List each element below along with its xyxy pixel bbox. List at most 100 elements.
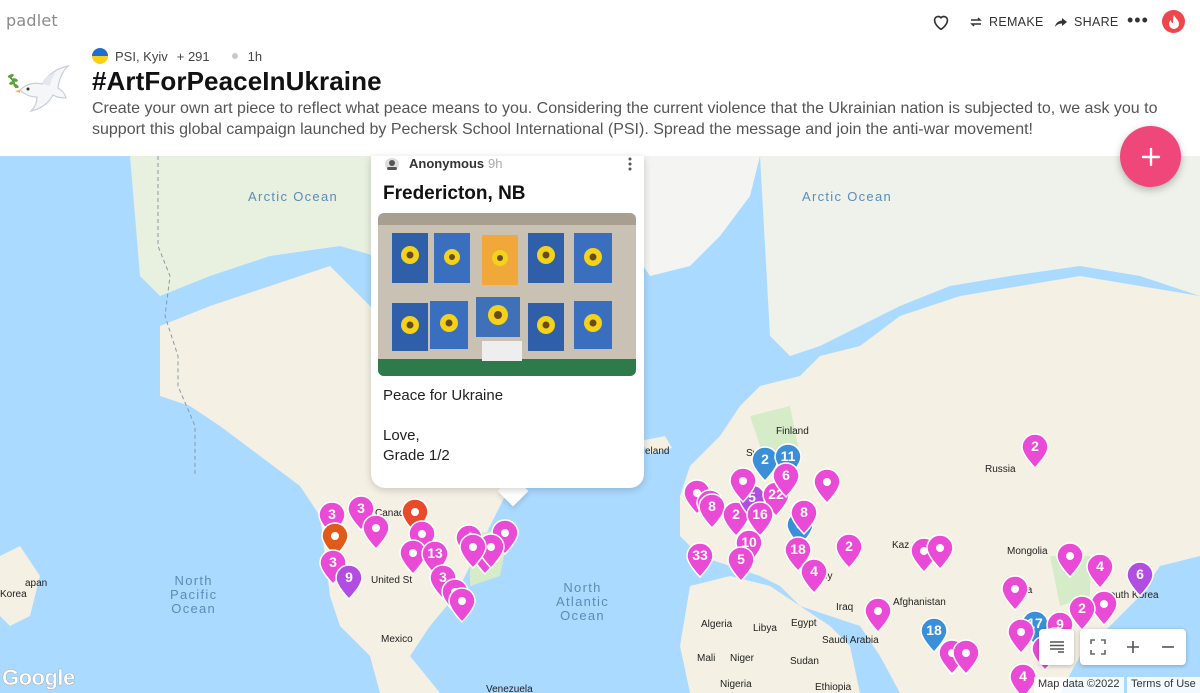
place-label: Afghanistan <box>893 597 946 608</box>
plus-count: + 291 <box>176 48 210 64</box>
post-author: Anonymous <box>409 156 485 171</box>
place-label: Ethiopia <box>815 682 852 693</box>
place-label: eland <box>645 446 670 457</box>
place-label: Russia <box>985 464 1016 475</box>
map-pin[interactable]: 4 <box>1085 553 1115 589</box>
padlet-age: 1h <box>247 48 263 64</box>
flame-icon <box>1168 14 1179 29</box>
separator-dot <box>231 53 238 59</box>
map-pin[interactable]: 8 <box>789 499 819 535</box>
map-pin[interactable] <box>925 534 955 570</box>
map-zoom-controls <box>1080 629 1186 665</box>
zoom-out-icon <box>1162 646 1174 648</box>
zoom-in-icon <box>1127 641 1139 653</box>
map-pin[interactable] <box>728 467 758 503</box>
map-pin-count: 5 <box>737 551 745 567</box>
map-pin-count: 6 <box>782 467 790 483</box>
add-post-button[interactable] <box>1120 126 1181 187</box>
place-label: Nigeria <box>720 679 752 690</box>
google-logo[interactable]: Google <box>2 665 76 691</box>
map-pin-count: 3 <box>328 506 336 522</box>
place-label: Korea <box>0 589 27 600</box>
more-options-button[interactable]: ••• <box>1127 11 1149 29</box>
map-pin[interactable]: 2 <box>834 533 864 569</box>
map-pin-count: 6 <box>1136 566 1144 582</box>
map-pin-count: 9 <box>345 569 353 585</box>
post-menu-icon[interactable] <box>627 156 633 172</box>
author-name[interactable]: PSI, Kyiv <box>115 49 168 64</box>
place-label: Venezuela <box>486 684 533 693</box>
map-pin[interactable]: 4 <box>799 558 829 594</box>
padlet-title: #ArtForPeaceInUkraine <box>92 66 382 96</box>
zoom-out-button[interactable] <box>1151 629 1186 665</box>
padlet-description: Create your own art piece to reflect wha… <box>92 100 1158 138</box>
post-card[interactable]: Anonymous 9h Fredericton, NB Peace for U… <box>371 156 644 488</box>
map-pin[interactable]: 2 <box>1067 595 1097 631</box>
padlet-logo[interactable]: padlet <box>6 11 58 30</box>
map-pin-count: 16 <box>752 506 768 522</box>
place-label: Mali <box>697 653 716 664</box>
post-time: 9h <box>488 156 503 171</box>
ocean-label: Arctic Ocean <box>802 189 893 204</box>
place-label: Saudi Arabia <box>822 635 879 646</box>
dove-icon <box>7 65 70 112</box>
map-data-attribution[interactable]: Map data ©2022 <box>1034 677 1124 693</box>
map-pin[interactable] <box>458 533 488 569</box>
map-pin-count: 13 <box>427 545 443 561</box>
share-icon <box>1055 18 1067 27</box>
map-pin[interactable]: 33 <box>685 542 715 578</box>
author-avatar[interactable] <box>92 48 108 64</box>
map-pin[interactable]: 5 <box>726 546 756 582</box>
map-list-toggle[interactable] <box>1039 629 1074 665</box>
map-pin[interactable]: 2 <box>1020 433 1050 469</box>
place-label: Finland <box>776 426 809 437</box>
map-pin[interactable] <box>1000 575 1030 611</box>
padlet-meta: PSI, Kyiv + 291 1h <box>92 47 262 65</box>
place-label: Kaz <box>892 540 910 551</box>
zoom-in-button[interactable] <box>1116 629 1151 665</box>
map-pin[interactable] <box>1055 542 1085 578</box>
map-pin-count: 4 <box>810 563 818 579</box>
map-pin[interactable]: 9 <box>334 564 364 600</box>
remake-button[interactable]: REMAKE <box>969 13 1044 31</box>
place-label: Mongolia <box>1007 546 1048 557</box>
place-label: apan <box>25 578 48 589</box>
map-pin[interactable] <box>812 468 842 504</box>
user-avatar[interactable] <box>1162 10 1185 33</box>
map-pin[interactable] <box>447 587 477 623</box>
post-body: Peace for Ukraine Love, Grade 1/2 <box>383 387 504 464</box>
place-label: Algeria <box>701 619 733 630</box>
place-label: Niger <box>730 653 754 664</box>
map-pin[interactable] <box>361 514 391 550</box>
top-bar: padlet REMAKE SHARE ••• <box>0 0 1200 42</box>
ocean-label: North Atlantic Ocean <box>556 580 610 623</box>
remake-label: REMAKE <box>989 15 1044 29</box>
map-pin[interactable]: 6 <box>1125 561 1155 597</box>
place-label: Egypt <box>791 618 817 629</box>
post-title: Fredericton, NB <box>383 183 526 204</box>
remake-icon <box>970 17 982 27</box>
map-pin-count: 2 <box>845 538 853 554</box>
place-label: Libya <box>753 623 777 634</box>
map-pin-count: 2 <box>1031 438 1039 454</box>
share-label: SHARE <box>1074 15 1119 29</box>
anonymous-avatar-icon <box>385 158 399 170</box>
heart-icon[interactable] <box>930 11 952 33</box>
map-pin[interactable] <box>951 639 981 675</box>
ocean-label: North Pacific Ocean <box>170 573 218 616</box>
map-pin-count: 8 <box>800 504 808 520</box>
map-pin-count: 33 <box>692 547 708 563</box>
place-label: United St <box>371 575 413 586</box>
map-pin[interactable]: 6 <box>771 462 801 498</box>
fullscreen-button[interactable] <box>1081 629 1116 665</box>
post-image[interactable] <box>378 213 636 376</box>
place-label: Iraq <box>836 602 854 613</box>
fullscreen-icon <box>1090 639 1106 655</box>
map-pin-count: 2 <box>1078 600 1086 616</box>
place-label: Mexico <box>381 634 413 645</box>
terms-of-use-link[interactable]: Terms of Use <box>1127 677 1200 693</box>
list-icon <box>1049 641 1064 653</box>
share-button[interactable]: SHARE <box>1054 13 1119 31</box>
map-pin[interactable] <box>863 597 893 633</box>
map-pin-count: 4 <box>1096 558 1104 574</box>
